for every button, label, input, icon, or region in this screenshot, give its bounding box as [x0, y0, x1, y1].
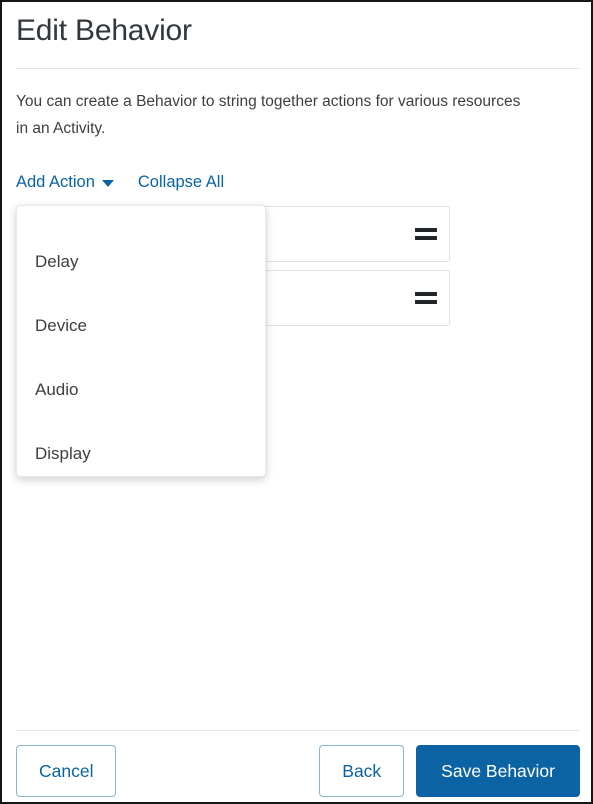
collapse-all-button[interactable]: Collapse All: [138, 170, 224, 194]
add-action-button[interactable]: Add Action: [16, 170, 114, 194]
dropdown-item-display[interactable]: Display: [17, 422, 265, 486]
dropdown-item-label: Delay: [35, 252, 78, 272]
footer-divider: [16, 730, 580, 731]
page-title: Edit Behavior: [16, 10, 192, 52]
save-behavior-button-label: Save Behavior: [441, 761, 555, 782]
dropdown-item-delay[interactable]: Delay: [17, 230, 265, 294]
action-toolbar: Add Action Collapse All: [16, 170, 224, 194]
header-divider: [16, 68, 580, 69]
dropdown-item-label: Device: [35, 316, 87, 336]
edit-behavior-dialog: Edit Behavior You can create a Behavior …: [0, 0, 593, 804]
dropdown-item-audio[interactable]: Audio: [17, 358, 265, 422]
dropdown-item-label: Display: [35, 444, 91, 464]
description-line-1: You can create a Behavior to string toge…: [16, 93, 394, 110]
dropdown-item-device[interactable]: Device: [17, 294, 265, 358]
dropdown-item-label: Audio: [35, 380, 78, 400]
add-action-dropdown-menu: Delay Device Audio Display: [16, 205, 266, 477]
add-action-label: Add Action: [16, 170, 95, 194]
dialog-footer: Cancel Back Save Behavior: [16, 745, 580, 797]
chevron-down-icon: [102, 180, 114, 187]
dialog-description: You can create a Behavior to string toge…: [16, 88, 536, 142]
drag-handle-icon[interactable]: [415, 228, 437, 240]
cancel-button-label: Cancel: [39, 761, 93, 782]
drag-handle-icon[interactable]: [415, 292, 437, 304]
footer-actions: Back Save Behavior: [319, 745, 580, 797]
back-button[interactable]: Back: [319, 745, 404, 797]
collapse-all-label: Collapse All: [138, 170, 224, 194]
back-button-label: Back: [342, 761, 381, 782]
cancel-button[interactable]: Cancel: [16, 745, 116, 797]
save-behavior-button[interactable]: Save Behavior: [416, 745, 580, 797]
